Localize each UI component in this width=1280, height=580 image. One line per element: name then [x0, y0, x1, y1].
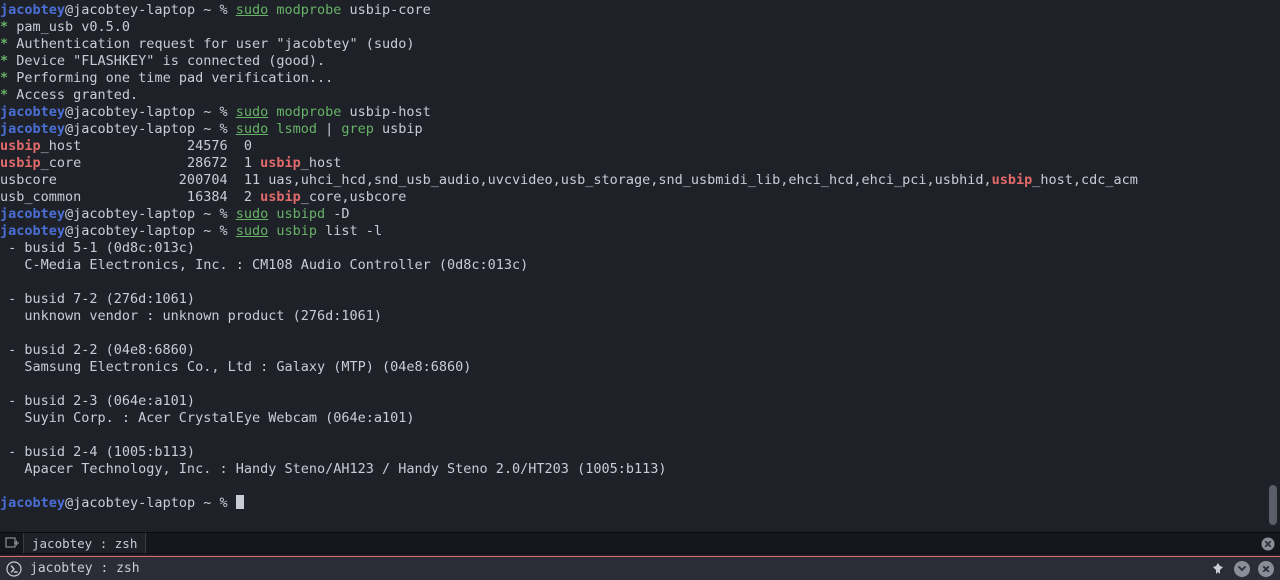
terminal-line: * Access granted.: [0, 87, 1280, 104]
tab-label: jacobtey : zsh: [32, 535, 137, 552]
terminal-line: [0, 325, 1280, 342]
tab-active[interactable]: jacobtey : zsh: [24, 533, 146, 553]
tab-close-button[interactable]: [1260, 536, 1276, 552]
tab-bar: jacobtey : zsh: [0, 532, 1280, 554]
terminal-line: jacobtey@jacobtey-laptop ~ % sudo usbip …: [0, 223, 1280, 240]
terminal-line: * pam_usb v0.5.0: [0, 19, 1280, 36]
status-bar: jacobtey : zsh: [0, 556, 1280, 580]
terminal-line: Samsung Electronics Co., Ltd : Galaxy (M…: [0, 359, 1280, 376]
terminal-line: jacobtey@jacobtey-laptop ~ %: [0, 495, 1280, 512]
terminal-line: * Performing one time pad verification..…: [0, 70, 1280, 87]
terminal-line: - busid 2-2 (04e8:6860): [0, 342, 1280, 359]
terminal-line: jacobtey@jacobtey-laptop ~ % sudo modpro…: [0, 104, 1280, 121]
status-label: jacobtey : zsh: [30, 560, 140, 577]
terminal-line: usbip_host 24576 0: [0, 138, 1280, 155]
terminal-line: Apacer Technology, Inc. : Handy Steno/AH…: [0, 461, 1280, 478]
new-tab-button[interactable]: [0, 533, 24, 553]
terminal-line: jacobtey@jacobtey-laptop ~ % sudo lsmod …: [0, 121, 1280, 138]
pin-icon[interactable]: [1210, 561, 1226, 577]
terminal-output[interactable]: jacobtey@jacobtey-laptop ~ % sudo modpro…: [0, 0, 1280, 530]
terminal-line: usb_common 16384 2 usbip_core,usbcore: [0, 189, 1280, 206]
terminal-line: jacobtey@jacobtey-laptop ~ % sudo usbipd…: [0, 206, 1280, 223]
terminal-line: [0, 376, 1280, 393]
terminal-line: C-Media Electronics, Inc. : CM108 Audio …: [0, 257, 1280, 274]
terminal-line: jacobtey@jacobtey-laptop ~ % sudo modpro…: [0, 2, 1280, 19]
scrollbar-thumb[interactable]: [1269, 485, 1277, 525]
terminal-line: unknown vendor : unknown product (276d:1…: [0, 308, 1280, 325]
prompt-icon: [6, 561, 22, 577]
terminal-line: * Authentication request for user "jacob…: [0, 36, 1280, 53]
terminal-line: usbip_core 28672 1 usbip_host: [0, 155, 1280, 172]
terminal-line: [0, 274, 1280, 291]
terminal-line: [0, 427, 1280, 444]
terminal-line: * Device "FLASHKEY" is connected (good).: [0, 53, 1280, 70]
terminal-line: [0, 478, 1280, 495]
terminal-line: Suyin Corp. : Acer CrystalEye Webcam (06…: [0, 410, 1280, 427]
terminal-line: usbcore 200704 11 uas,uhci_hcd,snd_usb_a…: [0, 172, 1280, 189]
close-button[interactable]: [1258, 561, 1274, 577]
minimize-button[interactable]: [1234, 561, 1250, 577]
terminal-line: - busid 7-2 (276d:1061): [0, 291, 1280, 308]
terminal-line: - busid 2-3 (064e:a101): [0, 393, 1280, 410]
terminal-line: - busid 5-1 (0d8c:013c): [0, 240, 1280, 257]
terminal-line: - busid 2-4 (1005:b113): [0, 444, 1280, 461]
